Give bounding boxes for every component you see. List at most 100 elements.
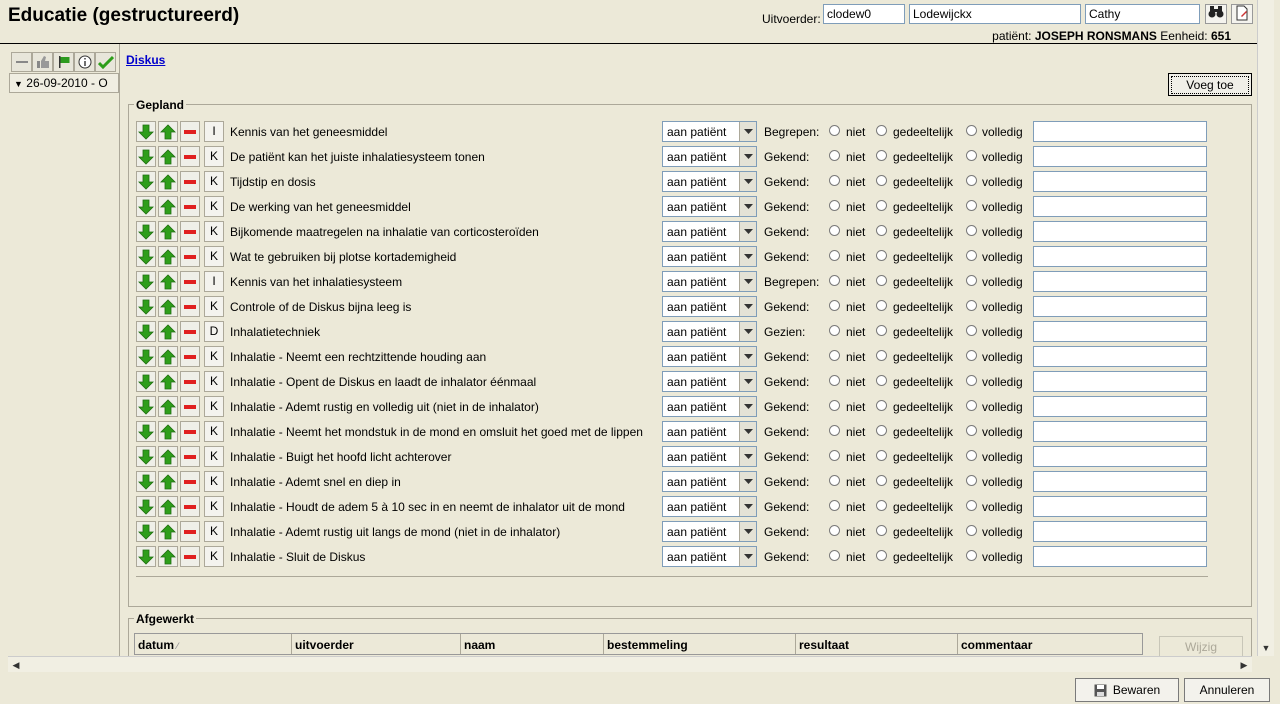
remove-item-button[interactable] bbox=[180, 271, 200, 292]
chevron-down-icon[interactable] bbox=[739, 222, 756, 241]
scroll-down-icon[interactable]: ▼ bbox=[1258, 640, 1274, 656]
target-select[interactable]: aan patiënt bbox=[662, 521, 757, 542]
result-radio-gedeeltelijk[interactable] bbox=[876, 175, 887, 186]
move-up-button[interactable] bbox=[158, 146, 178, 167]
comment-field[interactable] bbox=[1033, 246, 1207, 267]
move-down-button[interactable] bbox=[136, 346, 156, 367]
move-up-button[interactable] bbox=[158, 371, 178, 392]
result-radio-niet[interactable] bbox=[829, 300, 840, 311]
chevron-down-icon[interactable] bbox=[739, 297, 756, 316]
target-select[interactable]: aan patiënt bbox=[662, 396, 757, 417]
comment-field[interactable] bbox=[1033, 221, 1207, 242]
result-radio-niet[interactable] bbox=[829, 200, 840, 211]
edit-button[interactable]: Wijzig bbox=[1159, 636, 1243, 658]
result-radio-gedeeltelijk[interactable] bbox=[876, 525, 887, 536]
chevron-down-icon[interactable] bbox=[739, 122, 756, 141]
result-radio-gedeeltelijk[interactable] bbox=[876, 325, 887, 336]
remove-item-button[interactable] bbox=[180, 421, 200, 442]
move-down-button[interactable] bbox=[136, 121, 156, 142]
remove-item-button[interactable] bbox=[180, 396, 200, 417]
remove-item-button[interactable] bbox=[180, 546, 200, 567]
comment-field[interactable] bbox=[1033, 196, 1207, 217]
remove-item-button[interactable] bbox=[180, 446, 200, 467]
result-radio-niet[interactable] bbox=[829, 175, 840, 186]
result-radio-niet[interactable] bbox=[829, 400, 840, 411]
chevron-down-icon[interactable] bbox=[739, 347, 756, 366]
target-select[interactable]: aan patiënt bbox=[662, 221, 757, 242]
move-down-button[interactable] bbox=[136, 396, 156, 417]
cancel-button[interactable]: Annuleren bbox=[1184, 678, 1270, 702]
comment-field[interactable] bbox=[1033, 121, 1207, 142]
move-down-button[interactable] bbox=[136, 221, 156, 242]
save-button[interactable]: Bewaren bbox=[1075, 678, 1179, 702]
result-radio-niet[interactable] bbox=[829, 550, 840, 561]
move-down-button[interactable] bbox=[136, 296, 156, 317]
result-radio-gedeeltelijk[interactable] bbox=[876, 250, 887, 261]
result-radio-volledig[interactable] bbox=[966, 250, 977, 261]
chevron-down-icon[interactable] bbox=[739, 372, 756, 391]
comment-field[interactable] bbox=[1033, 521, 1207, 542]
chevron-down-icon[interactable] bbox=[739, 497, 756, 516]
result-radio-gedeeltelijk[interactable] bbox=[876, 450, 887, 461]
move-down-button[interactable] bbox=[136, 546, 156, 567]
target-select[interactable]: aan patiënt bbox=[662, 421, 757, 442]
result-radio-niet[interactable] bbox=[829, 350, 840, 361]
vertical-scrollbar[interactable]: ▼ bbox=[1257, 0, 1274, 656]
column-resultaat[interactable]: resultaat bbox=[796, 634, 958, 654]
chevron-down-icon[interactable] bbox=[739, 197, 756, 216]
remove-item-button[interactable] bbox=[180, 296, 200, 317]
horizontal-scrollbar[interactable]: ◀ ▶ bbox=[8, 656, 1252, 672]
move-up-button[interactable] bbox=[158, 446, 178, 467]
target-select[interactable]: aan patiënt bbox=[662, 246, 757, 267]
result-radio-gedeeltelijk[interactable] bbox=[876, 375, 887, 386]
move-up-button[interactable] bbox=[158, 196, 178, 217]
chevron-down-icon[interactable] bbox=[739, 397, 756, 416]
move-down-button[interactable] bbox=[136, 471, 156, 492]
target-select[interactable]: aan patiënt bbox=[662, 196, 757, 217]
result-radio-gedeeltelijk[interactable] bbox=[876, 550, 887, 561]
flag-button[interactable] bbox=[53, 52, 74, 72]
target-select[interactable]: aan patiënt bbox=[662, 296, 757, 317]
comment-field[interactable] bbox=[1033, 371, 1207, 392]
remove-item-button[interactable] bbox=[180, 246, 200, 267]
result-radio-niet[interactable] bbox=[829, 325, 840, 336]
result-radio-volledig[interactable] bbox=[966, 300, 977, 311]
comment-field[interactable] bbox=[1033, 346, 1207, 367]
remove-item-button[interactable] bbox=[180, 321, 200, 342]
move-down-button[interactable] bbox=[136, 171, 156, 192]
remove-item-button[interactable] bbox=[180, 496, 200, 517]
target-select[interactable]: aan patiënt bbox=[662, 471, 757, 492]
move-up-button[interactable] bbox=[158, 496, 178, 517]
chevron-down-icon[interactable] bbox=[739, 147, 756, 166]
chevron-down-icon[interactable] bbox=[739, 522, 756, 541]
remove-item-button[interactable] bbox=[180, 121, 200, 142]
chevron-down-icon[interactable] bbox=[739, 247, 756, 266]
remove-item-button[interactable] bbox=[180, 196, 200, 217]
result-radio-volledig[interactable] bbox=[966, 425, 977, 436]
comment-field[interactable] bbox=[1033, 171, 1207, 192]
target-select[interactable]: aan patiënt bbox=[662, 371, 757, 392]
result-radio-niet[interactable] bbox=[829, 250, 840, 261]
move-up-button[interactable] bbox=[158, 521, 178, 542]
thumbs-up-button[interactable] bbox=[32, 52, 53, 72]
date-tree-item[interactable]: ▼ 26-09-2010 - O bbox=[9, 73, 119, 93]
column-naam[interactable]: naam bbox=[461, 634, 604, 654]
move-down-button[interactable] bbox=[136, 196, 156, 217]
result-radio-gedeeltelijk[interactable] bbox=[876, 500, 887, 511]
move-down-button[interactable] bbox=[136, 321, 156, 342]
result-radio-gedeeltelijk[interactable] bbox=[876, 300, 887, 311]
target-select[interactable]: aan patiënt bbox=[662, 546, 757, 567]
document-edit-button[interactable] bbox=[1231, 4, 1253, 24]
move-up-button[interactable] bbox=[158, 171, 178, 192]
move-up-button[interactable] bbox=[158, 271, 178, 292]
confirm-button[interactable] bbox=[95, 52, 116, 72]
remove-item-button[interactable] bbox=[180, 171, 200, 192]
target-select[interactable]: aan patiënt bbox=[662, 321, 757, 342]
comment-field[interactable] bbox=[1033, 296, 1207, 317]
result-radio-volledig[interactable] bbox=[966, 150, 977, 161]
remove-item-button[interactable] bbox=[180, 346, 200, 367]
move-down-button[interactable] bbox=[136, 246, 156, 267]
result-radio-volledig[interactable] bbox=[966, 175, 977, 186]
chevron-down-icon[interactable] bbox=[739, 472, 756, 491]
result-radio-niet[interactable] bbox=[829, 500, 840, 511]
